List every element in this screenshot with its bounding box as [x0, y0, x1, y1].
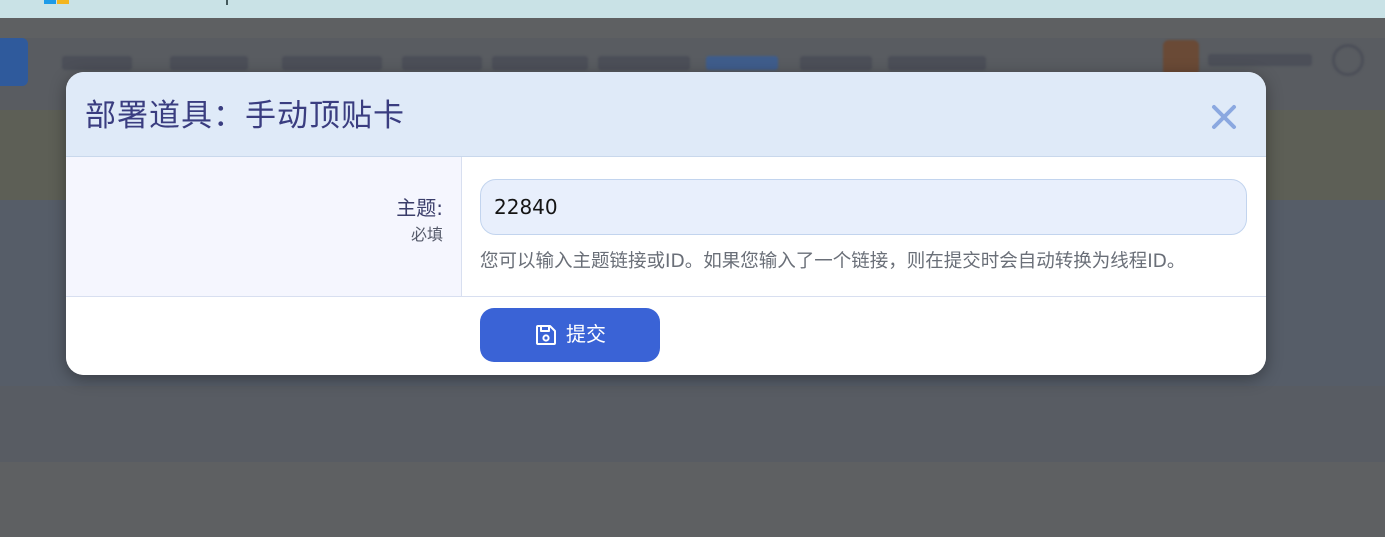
- close-button[interactable]: [1207, 100, 1241, 134]
- required-note: 必填: [410, 225, 443, 244]
- background-nav-tab: [888, 56, 986, 70]
- save-icon: [536, 325, 556, 345]
- background-nav-tab: [402, 56, 482, 70]
- windows-logo-icon: [44, 0, 70, 4]
- background-nav-tab: [598, 56, 690, 70]
- title-fragment: [226, 0, 228, 5]
- submit-button-label: 提交: [566, 322, 606, 346]
- background-nav-tab: [62, 56, 132, 70]
- submit-button[interactable]: 提交: [480, 308, 660, 362]
- topic-label: 主题:: [396, 196, 443, 220]
- close-icon: [1212, 105, 1236, 129]
- modal-footer: 提交: [66, 296, 1266, 375]
- field-input-column: 您可以输入主题链接或ID。如果您输入了一个链接，则在提交时会自动转换为线程ID。: [462, 157, 1266, 297]
- background-nav-tab: [282, 56, 382, 70]
- background-logo: [0, 38, 28, 86]
- background-nav-tab: [800, 56, 872, 70]
- window-title-strip: [0, 0, 1385, 18]
- background-nav-tab: [170, 56, 248, 70]
- modal-header: 部署道具：手动顶贴卡: [66, 72, 1266, 157]
- background-avatar: [1163, 40, 1199, 76]
- field-label-column: 主题: 必填: [66, 157, 462, 297]
- modal-body: 主题: 必填 您可以输入主题链接或ID。如果您输入了一个链接，则在提交时会自动转…: [66, 157, 1266, 297]
- background-menu-icon: [1332, 44, 1364, 76]
- modal-title: 部署道具：手动顶贴卡: [85, 98, 405, 134]
- background-footer-band: [0, 386, 1385, 462]
- topic-input[interactable]: [480, 179, 1247, 235]
- background-nav-tab: [492, 56, 588, 70]
- deploy-item-modal: 部署道具：手动顶贴卡 主题: 必填 您可以输入主题链接或ID。如果您输入了一个链…: [66, 72, 1266, 375]
- topic-hint: 您可以输入主题链接或ID。如果您输入了一个链接，则在提交时会自动转换为线程ID。: [480, 251, 1186, 272]
- background-username: [1208, 54, 1312, 66]
- background-nav-tab-active: [706, 56, 778, 70]
